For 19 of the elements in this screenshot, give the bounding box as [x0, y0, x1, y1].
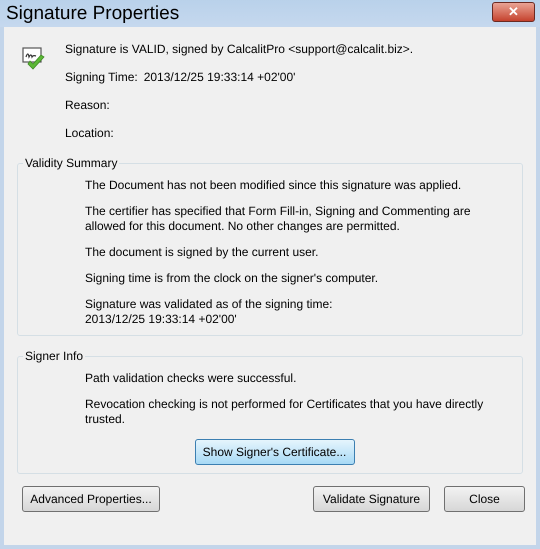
message-text: Signature was validated as of the signing time: 2013/12/25 19:33:14 +02'00': [85, 297, 334, 327]
dialog-button[interactable]: Close: [444, 486, 525, 512]
status-text: Signature is VALID, signed by CalcalitPro <support@calcalit.biz>.: [65, 41, 414, 58]
message-text: The certifier has specified that Form Fill-in, Signing and Commenting are allowed for this document. No other changes are permitted.: [85, 204, 472, 234]
field-label: Location:: [65, 125, 114, 142]
message-text: Path validation checks were successful.: [85, 371, 298, 386]
group-title: Signer Info: [23, 348, 86, 364]
message-text: Signing time is from the clock on the signer's computer.: [85, 271, 380, 286]
dialog-button[interactable]: Advanced Properties...: [22, 486, 160, 512]
window-title: Signature Properties: [6, 4, 180, 23]
group-title: Validity Summary: [23, 155, 120, 171]
field-label: Reason:: [65, 97, 110, 114]
message-text: The Document has not been modified since this signature was applied.: [85, 178, 462, 193]
field-value: 2013/12/25 19:33:14 +02'00': [144, 69, 296, 86]
dialog-button[interactable]: Show Signer's Certificate...: [194, 439, 354, 465]
message-text: The document is signed by the current user.: [85, 245, 320, 260]
dialog-button[interactable]: Validate Signature: [313, 486, 430, 512]
message-text: Revocation checking is not performed for Certificates that you have directly trusted.: [85, 397, 484, 427]
field-label: Signing Time:: [65, 69, 138, 86]
